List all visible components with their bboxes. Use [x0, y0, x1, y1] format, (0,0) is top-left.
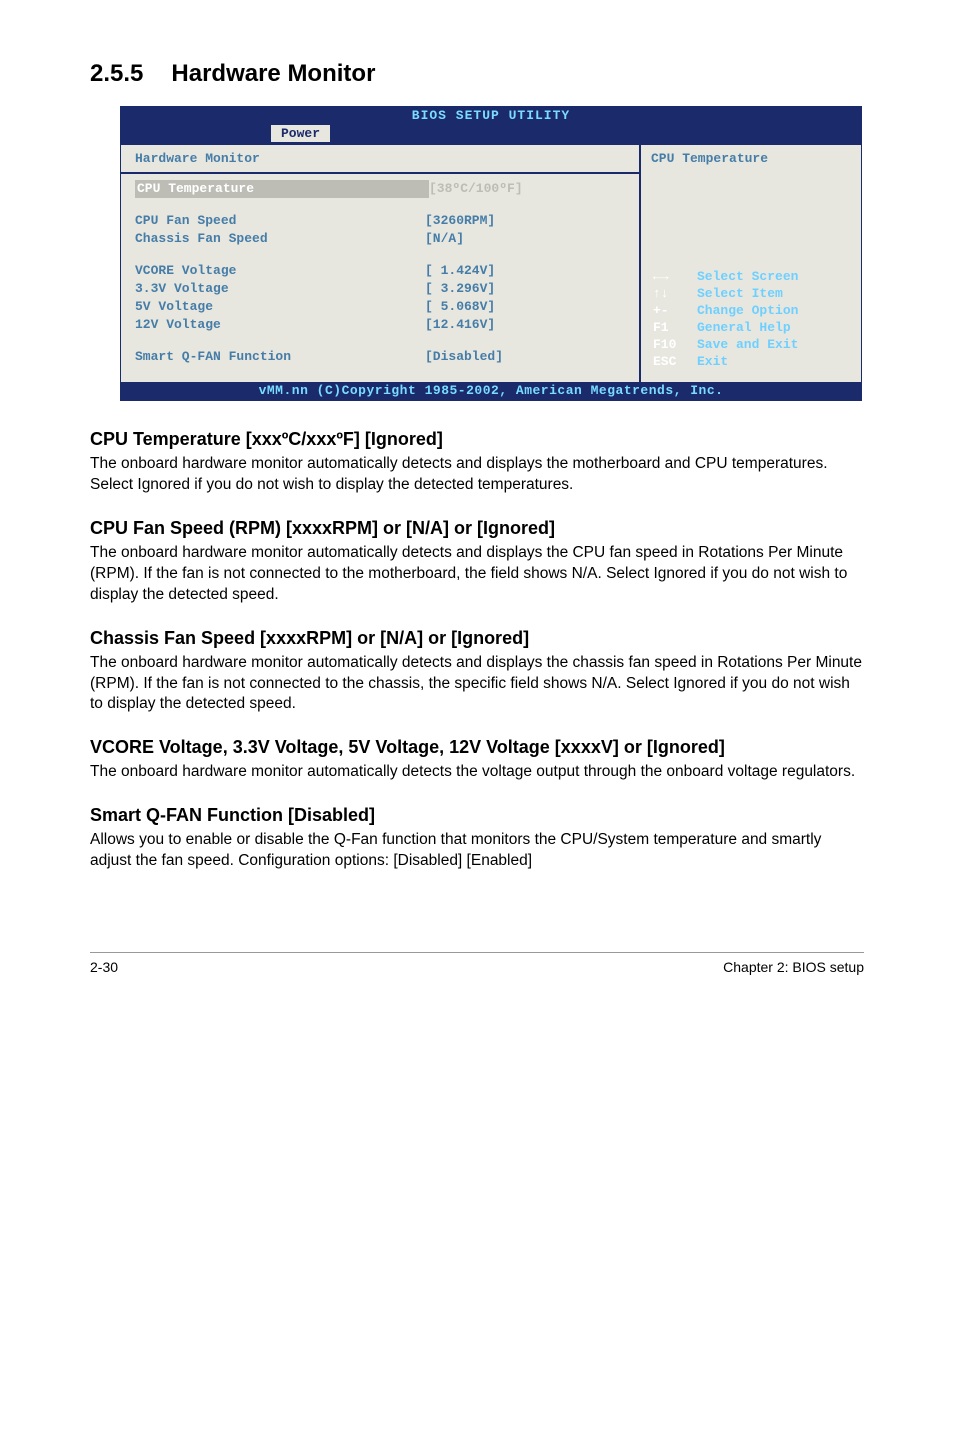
bios-help-key: ↑↓: [653, 285, 697, 302]
bios-help-line: ←→Select Screen: [653, 268, 798, 285]
bios-help-key: F1: [653, 319, 697, 336]
subsection-body: The onboard hardware monitor automatical…: [90, 543, 864, 606]
bios-setting-row[interactable]: 5V Voltage[ 5.068V]: [135, 298, 625, 316]
bios-help-key: ←→: [653, 268, 697, 285]
bios-titlebar: BIOS SETUP UTILITY: [121, 107, 861, 125]
bios-setting-value: [12.416V]: [425, 316, 495, 334]
bios-setting-label: 3.3V Voltage: [135, 280, 425, 298]
bios-setting-value: [Disabled]: [425, 348, 503, 366]
bios-help-line: ESCExit: [653, 353, 798, 370]
subsection-heading: CPU Fan Speed (RPM) [xxxxRPM] or [N/A] o…: [90, 518, 864, 539]
bios-setting-row[interactable]: Smart Q-FAN Function[Disabled]: [135, 348, 625, 366]
bios-setting-value: [N/A]: [425, 230, 464, 248]
page-number: 2-30: [90, 959, 118, 975]
bios-help-text: Select Screen: [697, 268, 798, 285]
bios-tabstrip: Power: [121, 125, 861, 145]
bios-help-line: +-Change Option: [653, 302, 798, 319]
bios-setting-row[interactable]: 12V Voltage[12.416V]: [135, 316, 625, 334]
bios-help-key: +-: [653, 302, 697, 319]
bios-help-text: Exit: [697, 353, 728, 370]
subsection-body: The onboard hardware monitor automatical…: [90, 762, 864, 783]
bios-help-text: General Help: [697, 319, 791, 336]
bios-help-line: F1General Help: [653, 319, 798, 336]
subsection-body: The onboard hardware monitor automatical…: [90, 653, 864, 716]
bios-setting-row[interactable]: VCORE Voltage[ 1.424V]: [135, 262, 625, 280]
subsection-heading: Chassis Fan Speed [xxxxRPM] or [N/A] or …: [90, 628, 864, 649]
chapter-label: Chapter 2: BIOS setup: [723, 959, 864, 975]
bios-setting-value: [38ºC/100ºF]: [429, 180, 523, 198]
bios-help-key: F10: [653, 336, 697, 353]
bios-setting-row[interactable]: CPU Temperature[38ºC/100ºF]: [135, 180, 625, 198]
bios-screenshot: BIOS SETUP UTILITY Power Hardware Monito…: [120, 106, 864, 401]
subsection-heading: CPU Temperature [xxxºC/xxxºF] [Ignored]: [90, 429, 864, 450]
bios-help-text: Change Option: [697, 302, 798, 319]
bios-right-pane: CPU Temperature ←→Select Screen↑↓Select …: [641, 145, 861, 382]
bios-setting-label: Chassis Fan Speed: [135, 230, 425, 248]
section-number: 2.5.5: [90, 60, 143, 87]
bios-setting-value: [ 3.296V]: [425, 280, 495, 298]
bios-help-keys: ←→Select Screen↑↓Select Item+-Change Opt…: [653, 268, 798, 370]
page-footer: 2-30 Chapter 2: BIOS setup: [90, 952, 864, 975]
bios-setting-label: 12V Voltage: [135, 316, 425, 334]
bios-help-line: F10Save and Exit: [653, 336, 798, 353]
bios-setting-row[interactable]: Chassis Fan Speed[N/A]: [135, 230, 625, 248]
bios-setting-label: VCORE Voltage: [135, 262, 425, 280]
bios-setting-value: [ 1.424V]: [425, 262, 495, 280]
bios-setting-value: [ 5.068V]: [425, 298, 495, 316]
bios-setting-label: 5V Voltage: [135, 298, 425, 316]
subsection-body: Allows you to enable or disable the Q-Fa…: [90, 830, 864, 872]
bios-setting-label: CPU Temperature: [135, 180, 429, 198]
bios-left-pane: Hardware Monitor CPU Temperature[38ºC/10…: [121, 145, 641, 382]
bios-setting-label: Smart Q-FAN Function: [135, 348, 425, 366]
bios-left-pane-title: Hardware Monitor: [121, 145, 639, 174]
bios-setting-label: CPU Fan Speed: [135, 212, 425, 230]
section-title: Hardware Monitor: [171, 60, 375, 87]
bios-active-tab[interactable]: Power: [271, 125, 330, 142]
section-heading: 2.5.5 Hardware Monitor: [90, 60, 864, 88]
bios-setting-row[interactable]: 3.3V Voltage[ 3.296V]: [135, 280, 625, 298]
bios-setting-row[interactable]: CPU Fan Speed[3260RPM]: [135, 212, 625, 230]
bios-right-pane-title: CPU Temperature: [641, 145, 861, 172]
bios-help-line: ↑↓Select Item: [653, 285, 798, 302]
bios-help-key: ESC: [653, 353, 697, 370]
bios-utility-title: BIOS SETUP UTILITY: [412, 108, 570, 123]
subsection-heading: Smart Q-FAN Function [Disabled]: [90, 805, 864, 826]
subsection-body: The onboard hardware monitor automatical…: [90, 454, 864, 496]
subsection-heading: VCORE Voltage, 3.3V Voltage, 5V Voltage,…: [90, 737, 864, 758]
bios-setting-value: [3260RPM]: [425, 212, 495, 230]
bios-help-text: Select Item: [697, 285, 783, 302]
bios-help-text: Save and Exit: [697, 336, 798, 353]
bios-copyright-footer: vMM.nn (C)Copyright 1985-2002, American …: [121, 382, 861, 400]
